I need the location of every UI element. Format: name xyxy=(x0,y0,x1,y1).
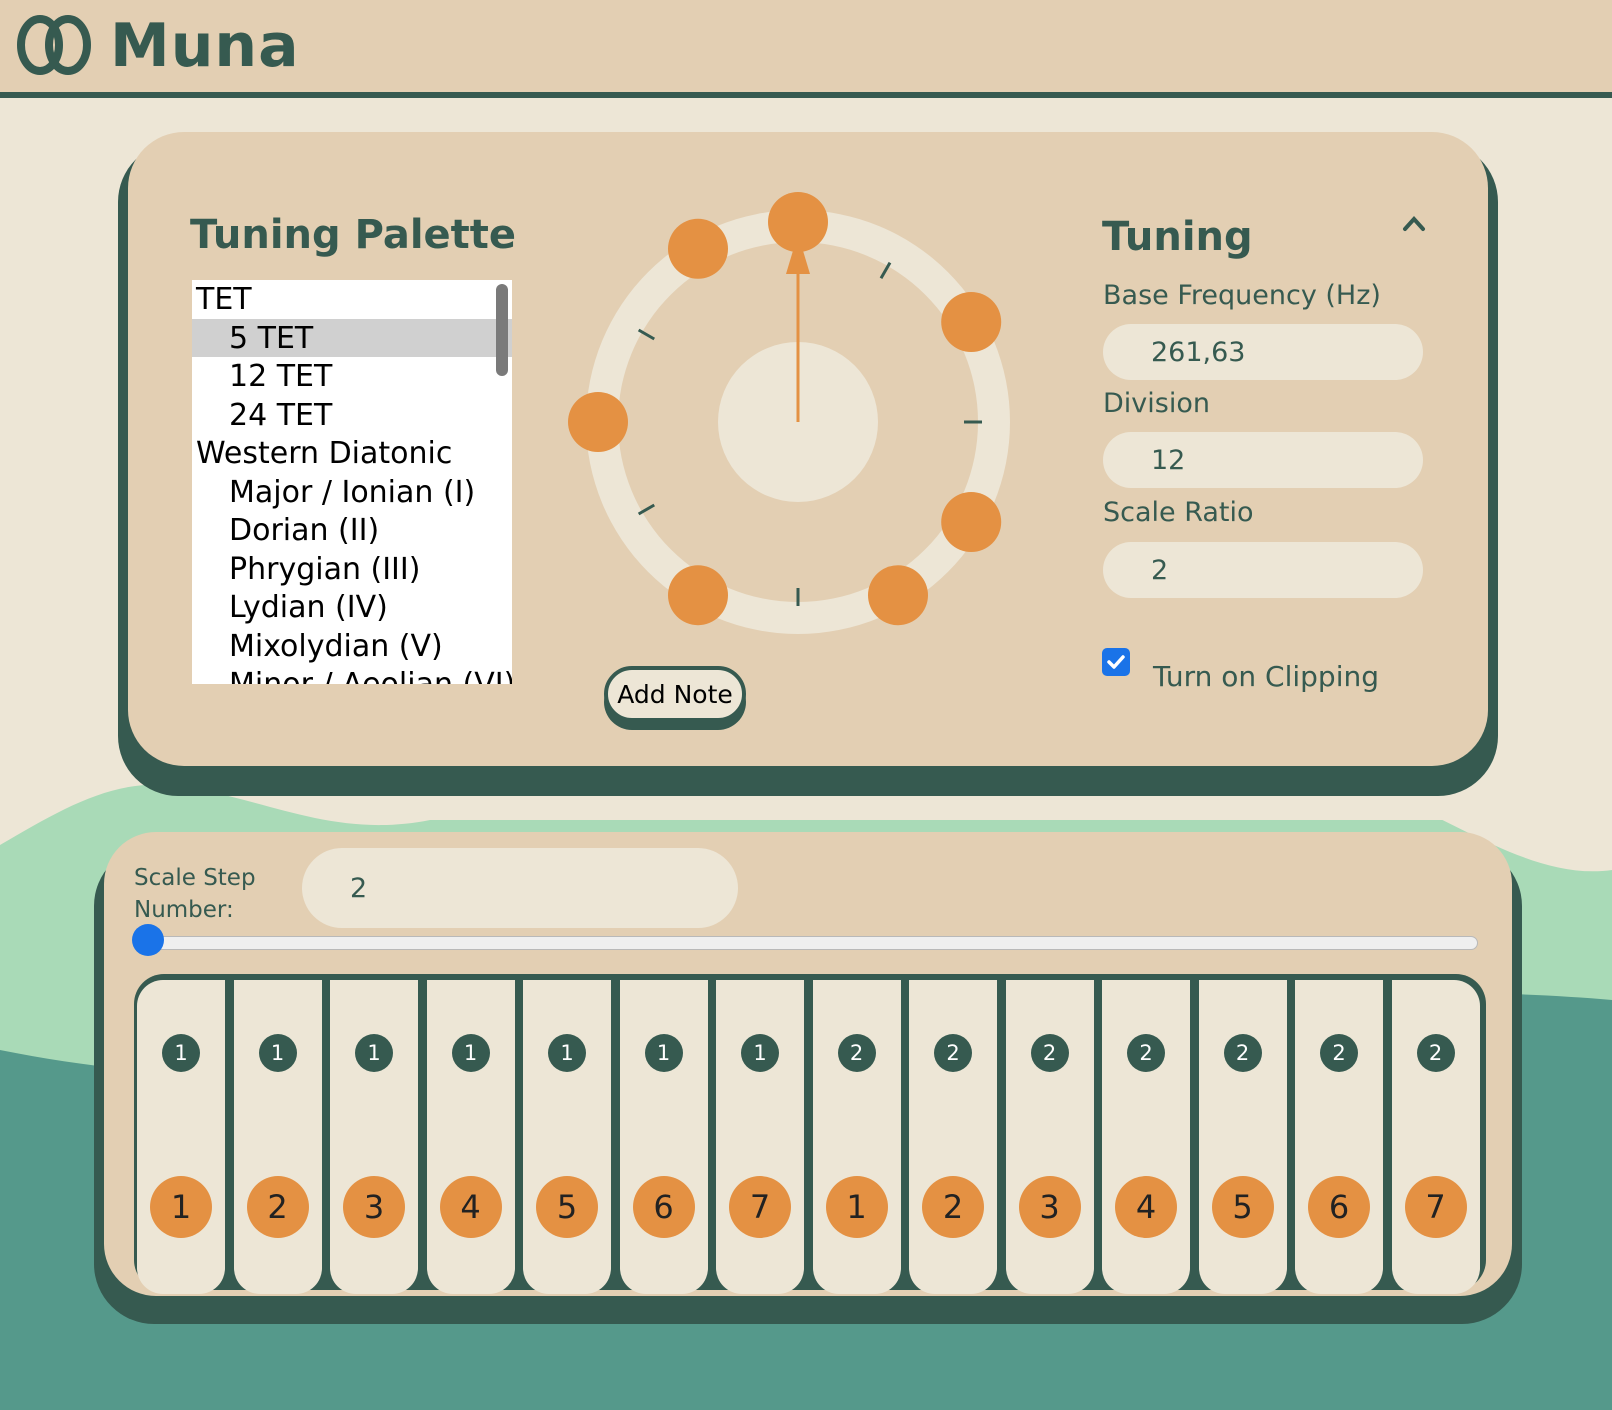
key-degree-badge: 1 xyxy=(825,1176,888,1238)
palette-item[interactable]: Minor / Aeolian (VI) xyxy=(192,665,512,684)
key-degree-badge: 7 xyxy=(1404,1176,1467,1238)
key-degree-badge: 5 xyxy=(1211,1176,1274,1238)
key-octave-badge: 2 xyxy=(1223,1034,1262,1072)
key-octave-badge: 2 xyxy=(1416,1034,1455,1072)
division-label: Division xyxy=(1103,388,1210,419)
division-input[interactable] xyxy=(1103,432,1423,488)
scale-ratio-label: Scale Ratio xyxy=(1103,497,1254,528)
wheel-note-dot[interactable] xyxy=(941,492,1002,552)
key-octave-badge: 2 xyxy=(934,1034,972,1072)
key-degree-badge: 2 xyxy=(922,1176,984,1238)
scale-step-label: Scale Step Number: xyxy=(134,865,256,923)
scale-step-slider-track[interactable] xyxy=(138,936,1478,950)
tuning-card: Tuning Palette TET 5 TET 12 TET 24 TET Weste… xyxy=(128,132,1488,766)
palette-item[interactable]: 24 TET xyxy=(192,396,512,435)
tuning-wheel[interactable] xyxy=(568,192,1028,652)
key-degree-badge: 4 xyxy=(1115,1176,1177,1238)
wheel-note-dot[interactable] xyxy=(941,292,1002,352)
palette-title: Tuning Palette xyxy=(190,212,517,258)
key-octave-badge: 1 xyxy=(451,1034,490,1072)
wheel-note-dot[interactable] xyxy=(868,565,928,626)
palette-item[interactable]: Lydian (IV) xyxy=(192,588,512,627)
key-degree-badge: 6 xyxy=(1308,1176,1370,1238)
palette-item[interactable]: Mixolydian (V) xyxy=(192,627,512,666)
keyboard-key[interactable]: 21 xyxy=(812,980,901,1294)
tuning-title: Tuning xyxy=(1102,214,1253,260)
key-degree-badge: 1 xyxy=(150,1176,212,1238)
key-degree-badge: 5 xyxy=(536,1176,598,1238)
app-title: Muna xyxy=(110,11,300,81)
key-degree-badge: 3 xyxy=(1018,1176,1081,1238)
key-degree-badge: 4 xyxy=(439,1176,502,1238)
key-degree-badge: 7 xyxy=(729,1176,791,1238)
key-octave-badge: 1 xyxy=(548,1034,586,1072)
key-octave-badge: 2 xyxy=(1320,1034,1358,1072)
scale-step-input[interactable] xyxy=(302,848,738,928)
wheel-note-dot[interactable] xyxy=(568,392,628,452)
keyboard-key[interactable]: 11 xyxy=(137,980,225,1294)
scale-ratio-input[interactable] xyxy=(1103,542,1423,598)
keyboard-card: Scale Step Number: 111213141516172122232… xyxy=(104,832,1512,1296)
palette-item[interactable]: TET xyxy=(192,280,512,319)
key-octave-badge: 2 xyxy=(837,1034,876,1072)
key-octave-badge: 1 xyxy=(355,1034,393,1072)
wheel-note-dot[interactable] xyxy=(668,565,728,626)
key-octave-badge: 2 xyxy=(1030,1034,1069,1072)
key-octave-badge: 1 xyxy=(741,1034,779,1072)
clipping-checkbox[interactable] xyxy=(1102,648,1130,676)
palette-item[interactable]: Dorian (II) xyxy=(192,511,512,550)
keyboard-key[interactable]: 25 xyxy=(1198,980,1287,1294)
key-octave-badge: 2 xyxy=(1127,1034,1165,1072)
palette-item[interactable]: Phrygian (III) xyxy=(192,550,512,589)
base-frequency-label: Base Frequency (Hz) xyxy=(1103,280,1381,311)
base-frequency-input[interactable] xyxy=(1103,324,1423,380)
keyboard-key[interactable]: 24 xyxy=(1102,980,1190,1294)
palette-item[interactable]: Western Diatonic xyxy=(192,434,512,473)
palette-scrollbar[interactable] xyxy=(496,284,508,376)
clipping-label: Turn on Clipping xyxy=(1153,660,1379,693)
scale-step-slider-thumb[interactable] xyxy=(132,924,164,956)
keyboard-keys: 1112131415161721222324252627 xyxy=(134,974,1486,1294)
palette-item[interactable]: Major / Ionian (I) xyxy=(192,473,512,512)
app-header: Muna xyxy=(0,0,1612,98)
keyboard-key[interactable]: 16 xyxy=(619,980,708,1294)
palette-item[interactable]: 5 TET xyxy=(192,318,512,357)
keyboard-key[interactable]: 26 xyxy=(1295,980,1383,1294)
wheel-note-dot[interactable] xyxy=(768,192,828,252)
keyboard-key[interactable]: 22 xyxy=(909,980,997,1294)
keyboard-key[interactable]: 15 xyxy=(523,980,611,1294)
key-degree-badge: 2 xyxy=(246,1176,309,1238)
keyboard-key[interactable]: 27 xyxy=(1391,980,1480,1294)
muna-logo-icon xyxy=(17,15,91,75)
keyboard-key[interactable]: 14 xyxy=(426,980,515,1294)
tuning-palette-list[interactable]: TET 5 TET 12 TET 24 TET Western Diatonic Majo… xyxy=(192,280,512,684)
key-octave-badge: 1 xyxy=(644,1034,683,1072)
key-octave-badge: 1 xyxy=(258,1034,297,1072)
palette-item[interactable]: 12 TET xyxy=(192,357,512,396)
checkmark-icon xyxy=(1107,655,1125,669)
wheel-note-dot[interactable] xyxy=(668,218,728,279)
keyboard-key[interactable]: 17 xyxy=(716,980,804,1294)
chevron-up-icon[interactable] xyxy=(1402,214,1426,232)
key-degree-badge: 6 xyxy=(632,1176,695,1238)
keyboard-key[interactable]: 12 xyxy=(233,980,322,1294)
key-octave-badge: 1 xyxy=(162,1034,200,1072)
keyboard-key[interactable]: 13 xyxy=(330,980,418,1294)
key-degree-badge: 3 xyxy=(343,1176,405,1238)
keyboard-key[interactable]: 23 xyxy=(1005,980,1094,1294)
add-note-button[interactable]: Add Note xyxy=(604,666,746,722)
